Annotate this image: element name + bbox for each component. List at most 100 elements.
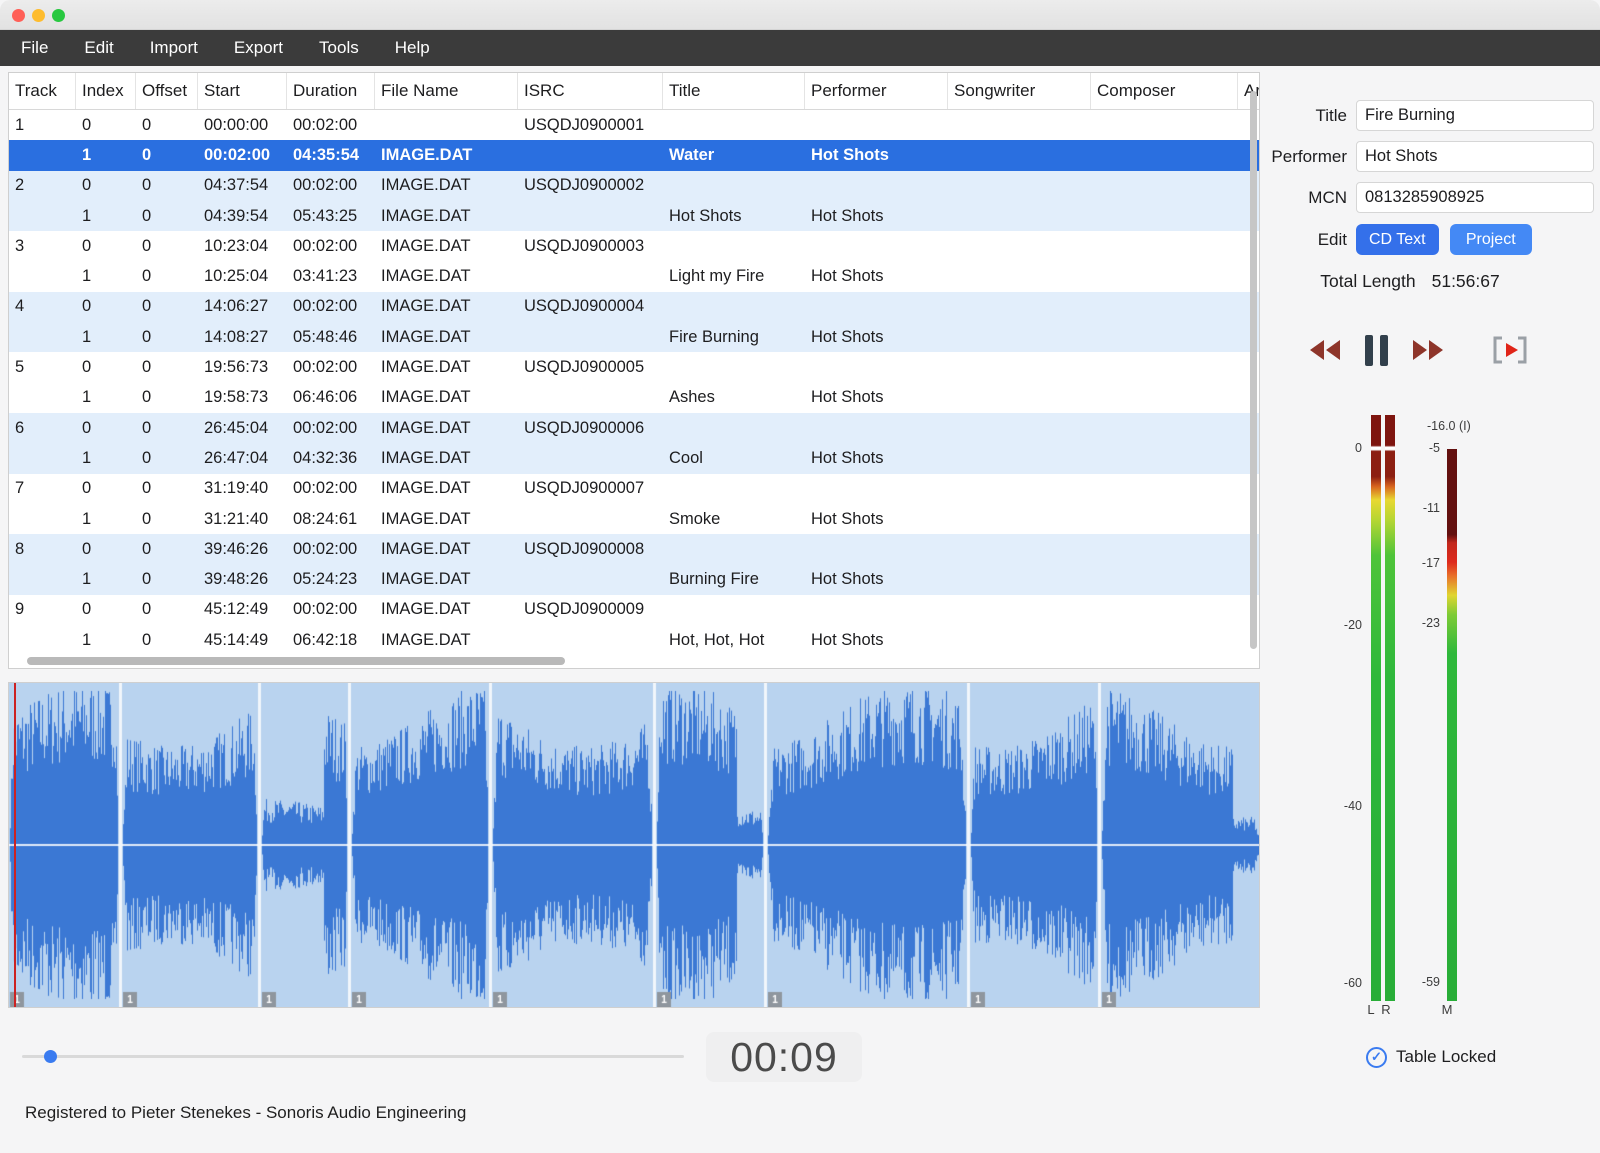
cell-title: Ashes [663, 388, 805, 407]
cell-track: 5 [9, 358, 76, 377]
column-header-file-name[interactable]: File Name [375, 73, 518, 109]
table-row[interactable]: 60026:45:0400:02:00IMAGE.DATUSQDJ0900006 [9, 413, 1259, 443]
cell-track: 3 [9, 237, 76, 256]
playhead [14, 683, 16, 1007]
cell-offset: 0 [136, 570, 198, 589]
meter-right-bar [1385, 415, 1395, 1001]
cell-file: IMAGE.DAT [375, 267, 518, 286]
column-header-isrc[interactable]: ISRC [518, 73, 663, 109]
cell-title: Smoke [663, 510, 805, 529]
meter-scale-label: -59 [1406, 975, 1440, 989]
column-header-index[interactable]: Index [76, 73, 136, 109]
column-header-performer[interactable]: Performer [805, 73, 948, 109]
column-header-start[interactable]: Start [198, 73, 287, 109]
mcn-input[interactable] [1356, 182, 1594, 213]
menu-item-help[interactable]: Help [377, 30, 448, 66]
table-row[interactable]: 70031:19:4000:02:00IMAGE.DATUSQDJ0900007 [9, 474, 1259, 504]
column-header-duration[interactable]: Duration [287, 73, 375, 109]
cell-index: 1 [76, 207, 136, 226]
zoom-button[interactable] [52, 9, 65, 22]
cell-start: 26:47:04 [198, 449, 287, 468]
cell-performer: Hot Shots [805, 388, 948, 407]
table-row[interactable]: 30010:23:0400:02:00IMAGE.DATUSQDJ0900003 [9, 231, 1259, 261]
cell-title: Water [663, 146, 805, 165]
cell-offset: 0 [136, 116, 198, 135]
cell-duration: 04:35:54 [287, 146, 375, 165]
seek-slider-thumb[interactable] [44, 1050, 57, 1063]
cell-duration: 05:43:25 [287, 207, 375, 226]
table-row[interactable]: 1045:14:4906:42:18IMAGE.DATHot, Hot, Hot… [9, 625, 1259, 655]
title-input[interactable] [1356, 100, 1594, 131]
close-button[interactable] [12, 9, 25, 22]
project-button[interactable]: Project [1450, 224, 1533, 255]
horizontal-scrollbar[interactable] [27, 657, 565, 665]
seek-slider-track[interactable] [22, 1055, 684, 1058]
column-header-track[interactable]: Track [9, 73, 76, 109]
table-row[interactable]: 50019:56:7300:02:00IMAGE.DATUSQDJ0900005 [9, 352, 1259, 382]
play-range-button[interactable] [1491, 335, 1529, 365]
menu-item-import[interactable]: Import [132, 30, 216, 66]
table-row[interactable]: 1019:58:7306:46:06IMAGE.DATAshesHot Shot… [9, 383, 1259, 413]
cell-track: 1 [9, 116, 76, 135]
table-row[interactable]: 1039:48:2605:24:23IMAGE.DATBurning FireH… [9, 564, 1259, 594]
cell-start: 19:58:73 [198, 388, 287, 407]
table-row[interactable]: 1026:47:0404:32:36IMAGE.DATCoolHot Shots [9, 443, 1259, 473]
cell-file: IMAGE.DAT [375, 358, 518, 377]
table-row[interactable]: 1031:21:4008:24:61IMAGE.DATSmokeHot Shot… [9, 504, 1259, 534]
cell-file: IMAGE.DAT [375, 146, 518, 165]
pause-button[interactable] [1364, 335, 1389, 366]
cell-start: 31:21:40 [198, 510, 287, 529]
cell-offset: 0 [136, 297, 198, 316]
cell-isrc: USQDJ0900002 [518, 176, 663, 195]
cell-file: IMAGE.DAT [375, 631, 518, 650]
cell-file: IMAGE.DAT [375, 419, 518, 438]
waveform-panel[interactable] [8, 682, 1260, 1008]
menu-item-export[interactable]: Export [216, 30, 301, 66]
column-header-songwriter[interactable]: Songwriter [948, 73, 1091, 109]
cell-index: 0 [76, 600, 136, 619]
cell-file: IMAGE.DAT [375, 570, 518, 589]
cell-file: IMAGE.DAT [375, 600, 518, 619]
table-row[interactable]: 80039:46:2600:02:00IMAGE.DATUSQDJ0900008 [9, 534, 1259, 564]
vertical-scrollbar[interactable] [1250, 91, 1257, 649]
menu-item-edit[interactable]: Edit [66, 30, 131, 66]
fast-forward-button[interactable] [1411, 338, 1445, 362]
menu-item-file[interactable]: File [3, 30, 66, 66]
rewind-button[interactable] [1308, 338, 1342, 362]
menu-item-tools[interactable]: Tools [301, 30, 377, 66]
table-row[interactable]: 40014:06:2700:02:00IMAGE.DATUSQDJ0900004 [9, 292, 1259, 322]
cell-track: 9 [9, 600, 76, 619]
column-header-composer[interactable]: Composer [1091, 73, 1238, 109]
cell-index: 1 [76, 146, 136, 165]
cell-performer: Hot Shots [805, 570, 948, 589]
cell-start: 39:48:26 [198, 570, 287, 589]
table-row[interactable]: 1010:25:0403:41:23IMAGE.DATLight my Fire… [9, 261, 1259, 291]
table-row[interactable]: 1004:39:5405:43:25IMAGE.DATHot ShotsHot … [9, 201, 1259, 231]
cd-text-button[interactable]: CD Text [1356, 224, 1439, 255]
table-row[interactable]: 20004:37:5400:02:00IMAGE.DATUSQDJ0900002 [9, 171, 1259, 201]
table-row[interactable]: 90045:12:4900:02:00IMAGE.DATUSQDJ0900009 [9, 595, 1259, 625]
cell-duration: 00:02:00 [287, 116, 375, 135]
meter-scale-label: -23 [1406, 616, 1440, 630]
meter-scale-label: R [1379, 1002, 1393, 1017]
meter-scale-label: L [1364, 1002, 1378, 1017]
waveform-canvas[interactable] [9, 683, 1259, 1007]
table-row[interactable]: 1000:02:0004:35:54IMAGE.DATWaterHot Shot… [9, 140, 1259, 170]
table-row[interactable]: 10000:00:0000:02:00USQDJ0900001 [9, 110, 1259, 140]
cell-index: 0 [76, 297, 136, 316]
meter-scale-label: -5 [1406, 441, 1440, 455]
minimize-button[interactable] [32, 9, 45, 22]
table-locked-checkbox[interactable]: ✓ Table Locked [1366, 1045, 1496, 1069]
cell-duration: 00:02:00 [287, 297, 375, 316]
cell-offset: 0 [136, 510, 198, 529]
column-header-title[interactable]: Title [663, 73, 805, 109]
performer-input[interactable] [1356, 141, 1594, 172]
cell-start: 10:25:04 [198, 267, 287, 286]
table-row[interactable]: 1014:08:2705:48:46IMAGE.DATFire BurningH… [9, 322, 1259, 352]
column-header-offset[interactable]: Offset [136, 73, 198, 109]
cell-start: 04:39:54 [198, 207, 287, 226]
checkmark-icon: ✓ [1366, 1047, 1387, 1068]
cell-track: 8 [9, 540, 76, 559]
cell-duration: 00:02:00 [287, 419, 375, 438]
cell-duration: 03:41:23 [287, 267, 375, 286]
